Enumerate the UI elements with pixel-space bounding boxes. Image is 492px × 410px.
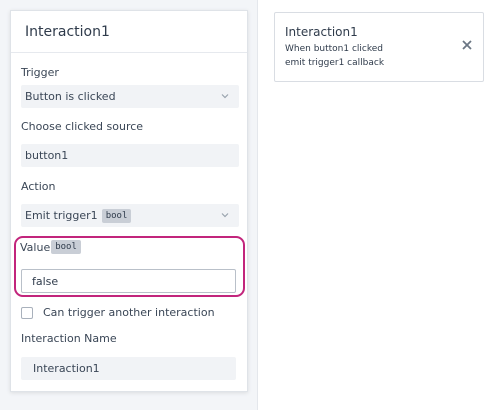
source-select-value: button1 bbox=[25, 149, 69, 162]
trigger-another-checkbox-row[interactable]: Can trigger another interaction bbox=[21, 306, 215, 319]
action-label: Action bbox=[21, 180, 56, 193]
value-type-badge: bool bbox=[51, 240, 81, 254]
source-label: Choose clicked source bbox=[21, 120, 144, 133]
action-select[interactable]: Emit trigger1 bool bbox=[21, 204, 239, 227]
source-select[interactable]: button1 bbox=[21, 144, 239, 167]
value-label: Value bbox=[20, 240, 51, 254]
trigger-select-value: Button is clicked bbox=[25, 90, 116, 103]
value-input[interactable] bbox=[21, 269, 236, 293]
panel-header: Interaction1 bbox=[11, 11, 247, 53]
interaction-name-label: Interaction Name bbox=[21, 332, 117, 345]
card-title: Interaction1 bbox=[285, 25, 358, 39]
panel-title: Interaction1 bbox=[25, 23, 110, 40]
trigger-another-label: Can trigger another interaction bbox=[43, 306, 215, 319]
trigger-another-checkbox[interactable] bbox=[21, 306, 33, 319]
value-label-row: Value bool bbox=[20, 240, 81, 254]
action-select-value: Emit trigger1 bbox=[25, 209, 98, 222]
trigger-label: Trigger bbox=[21, 66, 59, 79]
interaction-panel: Interaction1 Trigger Button is clicked C… bbox=[10, 10, 248, 392]
card-description-line1: When button1 clicked bbox=[285, 44, 384, 54]
close-icon[interactable] bbox=[461, 39, 473, 51]
interaction-name-input[interactable] bbox=[21, 357, 236, 380]
interaction-card[interactable]: Interaction1 When button1 clicked emit t… bbox=[274, 12, 484, 82]
trigger-select[interactable]: Button is clicked bbox=[21, 85, 239, 108]
chevron-down-icon bbox=[221, 213, 229, 218]
action-type-badge: bool bbox=[101, 208, 132, 223]
card-description-line2: emit trigger1 callback bbox=[285, 58, 385, 68]
chevron-down-icon bbox=[221, 94, 229, 99]
